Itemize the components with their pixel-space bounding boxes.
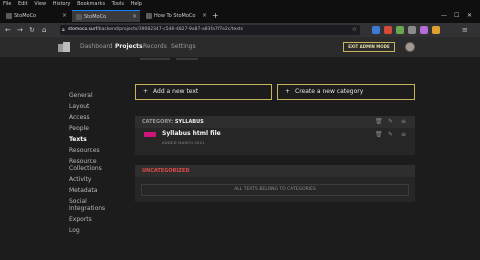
uncategorized-panel: UNCATEGORIZED ALL TEXTS BELONG TO CATEGO…: [135, 165, 415, 202]
sidebar-item-log[interactable]: Log: [69, 225, 129, 236]
extension-icon[interactable]: [372, 26, 380, 34]
extension-icon[interactable]: [420, 26, 428, 34]
category-name: SYLLABUS: [174, 119, 204, 125]
sidebar-item-access[interactable]: Access: [69, 112, 129, 123]
uncategorized-title: UNCATEGORIZED: [142, 168, 190, 174]
add-text-button[interactable]: + Add a new text: [135, 84, 272, 100]
back-icon[interactable]: ←: [5, 23, 11, 37]
favicon-icon: [6, 13, 12, 19]
category-panel: CATEGORY: SYLLABUS 🗑︎ ✎ ≡ Syllabus html …: [135, 116, 415, 155]
scrolled-content-remnant: [140, 57, 210, 61]
url-bar[interactable]: 🔒︎ stomoco.surf/backend/projects/3908234…: [60, 25, 360, 35]
browser-menubar: File Edit View History Bookmarks Tools H…: [0, 0, 480, 9]
extension-icon[interactable]: [432, 26, 440, 34]
app-logo[interactable]: [58, 42, 70, 52]
lock-icon: 🔒︎: [62, 27, 65, 33]
uncategorized-header: UNCATEGORIZED: [135, 165, 415, 177]
menu-bookmarks[interactable]: Bookmarks: [77, 1, 105, 7]
sidebar-item-layout[interactable]: Layout: [69, 101, 129, 112]
minimize-icon[interactable]: —: [441, 9, 447, 23]
reload-icon[interactable]: ↻: [29, 23, 35, 37]
nav-settings[interactable]: Settings: [171, 37, 196, 57]
hamburger-menu-icon[interactable]: ≡: [462, 23, 468, 37]
new-tab-button[interactable]: +: [212, 10, 219, 22]
sidebar-item-people[interactable]: People: [69, 123, 129, 134]
close-icon[interactable]: ×: [62, 10, 67, 22]
tab-label: StoMoCo: [84, 14, 107, 20]
edit-icon[interactable]: ✎: [388, 129, 393, 141]
text-type-badge: [144, 132, 156, 137]
url-path: /backend/projects/39082347-c546-4827-9a8…: [97, 27, 243, 32]
tab-label: StoMoCo: [14, 13, 37, 19]
tab-label: How To StoMoCo: [154, 13, 196, 19]
bookmark-star-icon[interactable]: ☆: [352, 25, 357, 35]
browser-navbar: ← → ↻ ⌂ 🔒︎ stomoco.surf/backend/projects…: [0, 23, 480, 37]
drag-handle-icon[interactable]: ≡: [401, 129, 406, 141]
sidebar-item-exports[interactable]: Exports: [69, 214, 129, 225]
empty-state-message: ALL TEXTS BELONG TO CATEGORIES: [141, 184, 409, 196]
extension-icon[interactable]: [384, 26, 392, 34]
create-category-label: Create a new category: [295, 88, 364, 95]
sidebar-item-metadata[interactable]: Metadata: [69, 185, 129, 196]
sidebar-item-texts[interactable]: Texts: [69, 134, 129, 145]
plus-icon: +: [143, 88, 149, 95]
text-item-title[interactable]: Syllabus html file: [162, 130, 221, 137]
nav-projects[interactable]: Projects: [115, 37, 143, 57]
maximize-icon[interactable]: ☐: [454, 9, 459, 23]
window-close-icon[interactable]: ✕: [467, 9, 472, 23]
menu-history[interactable]: History: [53, 1, 71, 7]
menu-file[interactable]: File: [3, 1, 11, 7]
category-header: CATEGORY: SYLLABUS 🗑︎ ✎ ≡: [135, 116, 415, 128]
nav-records[interactable]: Records: [143, 37, 167, 57]
sidebar-item-general[interactable]: General: [69, 90, 129, 101]
edit-icon[interactable]: ✎: [388, 116, 393, 128]
nav-dashboard[interactable]: Dashboard: [80, 37, 113, 57]
text-item-date: ADDED MARCH 2021: [162, 140, 205, 145]
sidebar-item-resource-collections[interactable]: Resource Collections: [69, 156, 109, 174]
drag-handle-icon[interactable]: ≡: [401, 116, 406, 128]
project-sidebar: General Layout Access People Texts Resou…: [69, 90, 129, 236]
menu-tools[interactable]: Tools: [112, 1, 124, 7]
browser-tab[interactable]: How To StoMoCo ×: [142, 10, 210, 22]
favicon-icon: [76, 14, 82, 20]
exit-admin-mode-button[interactable]: EXIT ADMIN MODE: [343, 42, 395, 52]
add-text-label: Add a new text: [153, 88, 199, 95]
trash-icon[interactable]: 🗑︎: [375, 116, 383, 128]
sidebar-item-social-integrations[interactable]: Social Integrations: [69, 196, 109, 214]
create-category-button[interactable]: + Create a new category: [277, 84, 415, 100]
plus-icon: +: [285, 88, 291, 95]
home-icon[interactable]: ⌂: [42, 23, 46, 37]
sidebar-item-resources[interactable]: Resources: [69, 145, 129, 156]
menu-edit[interactable]: Edit: [18, 1, 28, 7]
close-icon[interactable]: ×: [132, 11, 137, 22]
favicon-icon: [146, 13, 152, 19]
trash-icon[interactable]: 🗑︎: [375, 129, 383, 141]
menu-help[interactable]: Help: [131, 1, 142, 7]
sidebar-item-activity[interactable]: Activity: [69, 174, 129, 185]
category-title: CATEGORY: SYLLABUS: [142, 116, 204, 128]
extension-icon[interactable]: [408, 26, 416, 34]
extension-icon[interactable]: [396, 26, 404, 34]
browser-tab[interactable]: StoMoCo ×: [2, 10, 70, 22]
forward-icon[interactable]: →: [17, 23, 23, 37]
menu-view[interactable]: View: [34, 1, 46, 7]
app-header: Dashboard Projects Records Settings EXIT…: [0, 37, 480, 57]
category-prefix: CATEGORY:: [142, 119, 174, 125]
url-host: stomoco.surf: [68, 27, 98, 32]
close-icon[interactable]: ×: [202, 10, 207, 22]
browser-tab-active[interactable]: StoMoCo ×: [72, 10, 140, 22]
browser-tabbar: StoMoCo × StoMoCo × How To StoMoCo ×: [0, 9, 480, 23]
avatar[interactable]: [405, 42, 415, 52]
